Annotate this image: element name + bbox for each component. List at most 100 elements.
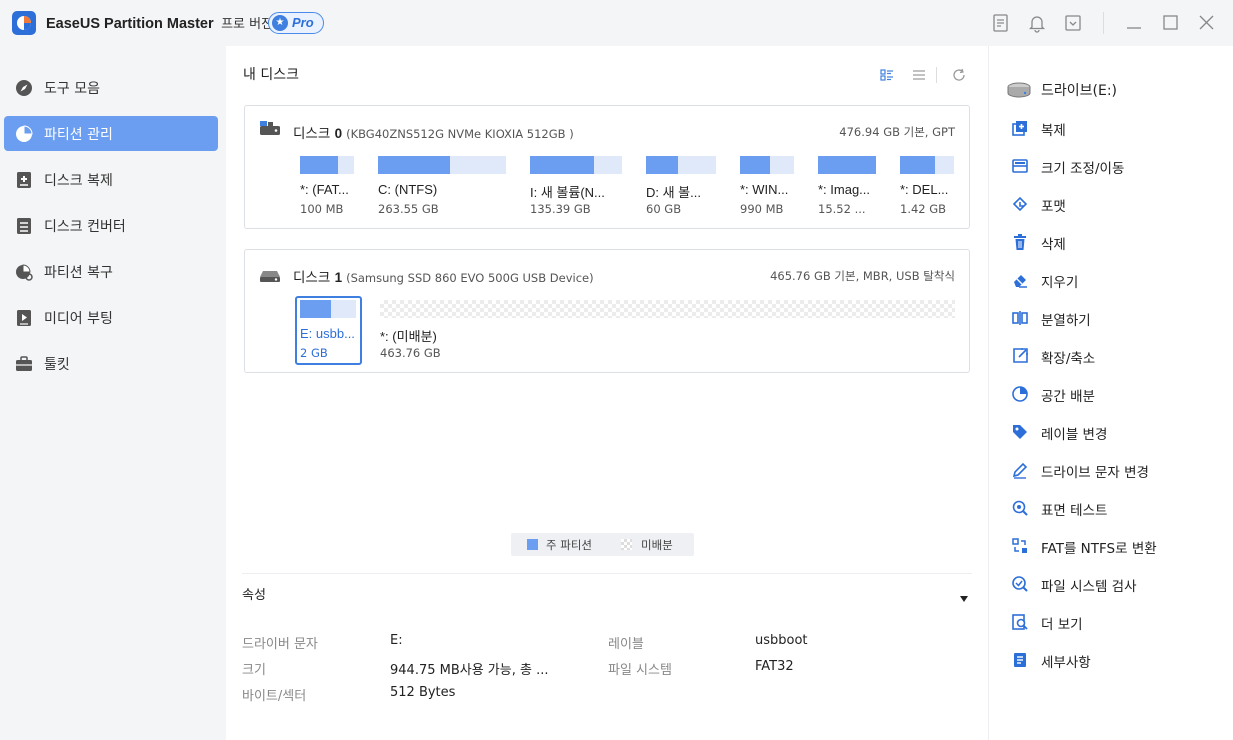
- unallocated-bar: [380, 300, 955, 318]
- legend-primary-swatch: [527, 539, 538, 550]
- partition-size: 135.39 GB: [530, 202, 591, 216]
- sidebar-item-disk-converter[interactable]: 디스크 컨버터: [4, 208, 218, 243]
- partition-label: *: WIN...: [740, 182, 789, 197]
- sidebar-item-media-boot[interactable]: 미디어 부팅: [4, 300, 218, 335]
- view-separator: [936, 67, 937, 83]
- notes-icon[interactable]: [990, 12, 1012, 34]
- partition-size: 1.42 GB: [900, 202, 947, 216]
- toolbox-icon: [14, 354, 34, 374]
- action-label: 더 보기: [1041, 617, 1083, 633]
- action-label: 복제: [1041, 123, 1066, 139]
- action-extend[interactable]: 확장/축소: [1011, 343, 1221, 369]
- action-label: 세부사항: [1041, 655, 1091, 671]
- sidebar-item-toolbox[interactable]: 도구 모음: [4, 70, 218, 105]
- prop-key-bytes-sector: 바이트/섹터: [242, 689, 307, 704]
- dropdown-box-icon[interactable]: [1062, 12, 1084, 34]
- close-icon[interactable]: [1195, 12, 1217, 34]
- app-logo-icon: [12, 11, 36, 35]
- action-surface-test[interactable]: 표면 테스트: [1011, 495, 1221, 521]
- star-icon: ★: [272, 15, 288, 31]
- partition-block[interactable]: I: 새 볼륨(N... 135.39 GB: [530, 156, 622, 220]
- sidebar-item-partition-recovery[interactable]: 파티션 복구: [4, 254, 218, 289]
- action-eraser[interactable]: 지우기: [1011, 267, 1221, 293]
- partition-label: E: usbb...: [300, 326, 355, 341]
- partition-block[interactable]: *: Imag... 15.52 ...: [818, 156, 876, 220]
- disk-card-1[interactable]: 디스크 1 (Samsung SSD 860 EVO 500G USB Devic…: [244, 249, 970, 373]
- eraser-icon: [1011, 271, 1029, 289]
- action-split[interactable]: 분열하기: [1011, 305, 1221, 331]
- action-allocate[interactable]: 공간 배분: [1011, 381, 1221, 407]
- resize-icon: [1011, 157, 1029, 175]
- partition-block[interactable]: E: usbb... 2 GB: [300, 300, 356, 364]
- partition-legend: 주 파티션 미배분: [511, 533, 694, 556]
- collapse-triangle-icon[interactable]: [959, 588, 969, 602]
- sidebar-item-partition-manager[interactable]: 파티션 관리: [4, 116, 218, 151]
- media-boot-icon: [14, 308, 34, 328]
- action-pen[interactable]: 드라이브 문자 변경: [1011, 457, 1221, 483]
- action-trash[interactable]: 삭제: [1011, 229, 1221, 255]
- disk-card-0[interactable]: 디스크 0 (KBG40ZNS512G NVMe KIOXIA 512GB ) 4…: [244, 105, 970, 229]
- action-details[interactable]: 세부사항: [1011, 647, 1221, 673]
- action-label: 확장/축소: [1041, 351, 1096, 367]
- partition-usage-fill: [818, 156, 876, 174]
- legend-unallocated-swatch: [621, 539, 632, 550]
- partition-unallocated[interactable]: *: (미배분) 463.76 GB: [380, 300, 955, 364]
- action-label: FAT를 NTFS로 변환: [1041, 541, 1157, 557]
- partition-usage-fill: [646, 156, 678, 174]
- trash-icon: [1011, 233, 1029, 251]
- main-panel: 내 디스크 디스크 0 (KBG40ZNS512G NVMe KIOXIA 512…: [226, 46, 988, 740]
- pie-icon: [14, 124, 34, 144]
- minimize-icon[interactable]: [1123, 12, 1145, 34]
- disk-convert-icon: [14, 216, 34, 236]
- tag-icon: [1011, 423, 1029, 441]
- partition-block[interactable]: C: (NTFS) 263.55 GB: [378, 156, 506, 220]
- prop-key-file-system: 파일 시스템: [608, 663, 672, 678]
- maximize-icon[interactable]: [1159, 12, 1181, 34]
- bell-icon[interactable]: [1026, 12, 1048, 34]
- action-browse[interactable]: 더 보기: [1011, 609, 1221, 635]
- properties-title: 속성: [242, 588, 266, 603]
- partition-size: 990 MB: [740, 202, 784, 216]
- action-convert[interactable]: FAT를 NTFS로 변환: [1011, 533, 1221, 559]
- refresh-icon[interactable]: [951, 67, 967, 83]
- prop-key-label: 레이블: [608, 637, 644, 652]
- action-fs-check[interactable]: 파일 시스템 검사: [1011, 571, 1221, 597]
- partition-block[interactable]: D: 새 볼... 60 GB: [646, 156, 716, 220]
- grid-view-icon[interactable]: [879, 67, 895, 83]
- titlebar-separator: [1103, 12, 1104, 34]
- disk-name: 디스크 1 (Samsung SSD 860 EVO 500G USB Devic…: [293, 270, 594, 286]
- action-label: 크기 조정/이동: [1041, 161, 1125, 177]
- action-resize[interactable]: 크기 조정/이동: [1011, 153, 1221, 179]
- prop-key-drive-letter: 드라이버 문자: [242, 637, 318, 652]
- sidebar-item-toolkit[interactable]: 툴킷: [4, 346, 218, 381]
- partition-block[interactable]: *: WIN... 990 MB: [740, 156, 794, 220]
- partition-usage-fill: [900, 156, 935, 174]
- action-clone[interactable]: 복제: [1011, 115, 1221, 141]
- list-view-icon[interactable]: [911, 67, 927, 83]
- action-tag[interactable]: 레이블 변경: [1011, 419, 1221, 445]
- allocate-icon: [1011, 385, 1029, 403]
- sidebar-item-disk-clone[interactable]: 디스크 복제: [4, 162, 218, 197]
- partition-block[interactable]: *: DEL... 1.42 GB: [900, 156, 954, 220]
- partition-usage-fill: [300, 300, 331, 318]
- action-label: 삭제: [1041, 237, 1066, 253]
- operations-panel: 드라이브(E:) 복제 크기 조정/이동 포맷 삭제 지우기 분열하기 확장/축소 공간 배분…: [988, 46, 1233, 740]
- pro-badge[interactable]: ★ Pro: [268, 12, 324, 34]
- app-title: EaseUS Partition Master 프로 버전: [46, 16, 274, 32]
- action-label: 레이블 변경: [1041, 427, 1108, 443]
- partition-label: I: 새 볼륨(N...: [530, 185, 605, 200]
- partition-size: 100 MB: [300, 202, 344, 216]
- clone-plus-icon: [14, 170, 34, 190]
- action-label: 드라이브 문자 변경: [1041, 465, 1149, 481]
- disk-name: 디스크 0 (KBG40ZNS512G NVMe KIOXIA 512GB ): [293, 126, 574, 142]
- prop-value-label: usbboot: [755, 633, 808, 648]
- action-format[interactable]: 포맷: [1011, 191, 1221, 217]
- fs-check-icon: [1011, 575, 1029, 593]
- prop-value-file-system: FAT32: [755, 659, 794, 674]
- prop-key-size: 크기: [242, 663, 266, 678]
- partition-block[interactable]: *: (FAT... 100 MB: [300, 156, 354, 220]
- partition-usage-fill: [530, 156, 594, 174]
- action-label: 포맷: [1041, 199, 1066, 215]
- usb-drive-icon: [259, 266, 281, 284]
- clone-icon: [1011, 119, 1029, 137]
